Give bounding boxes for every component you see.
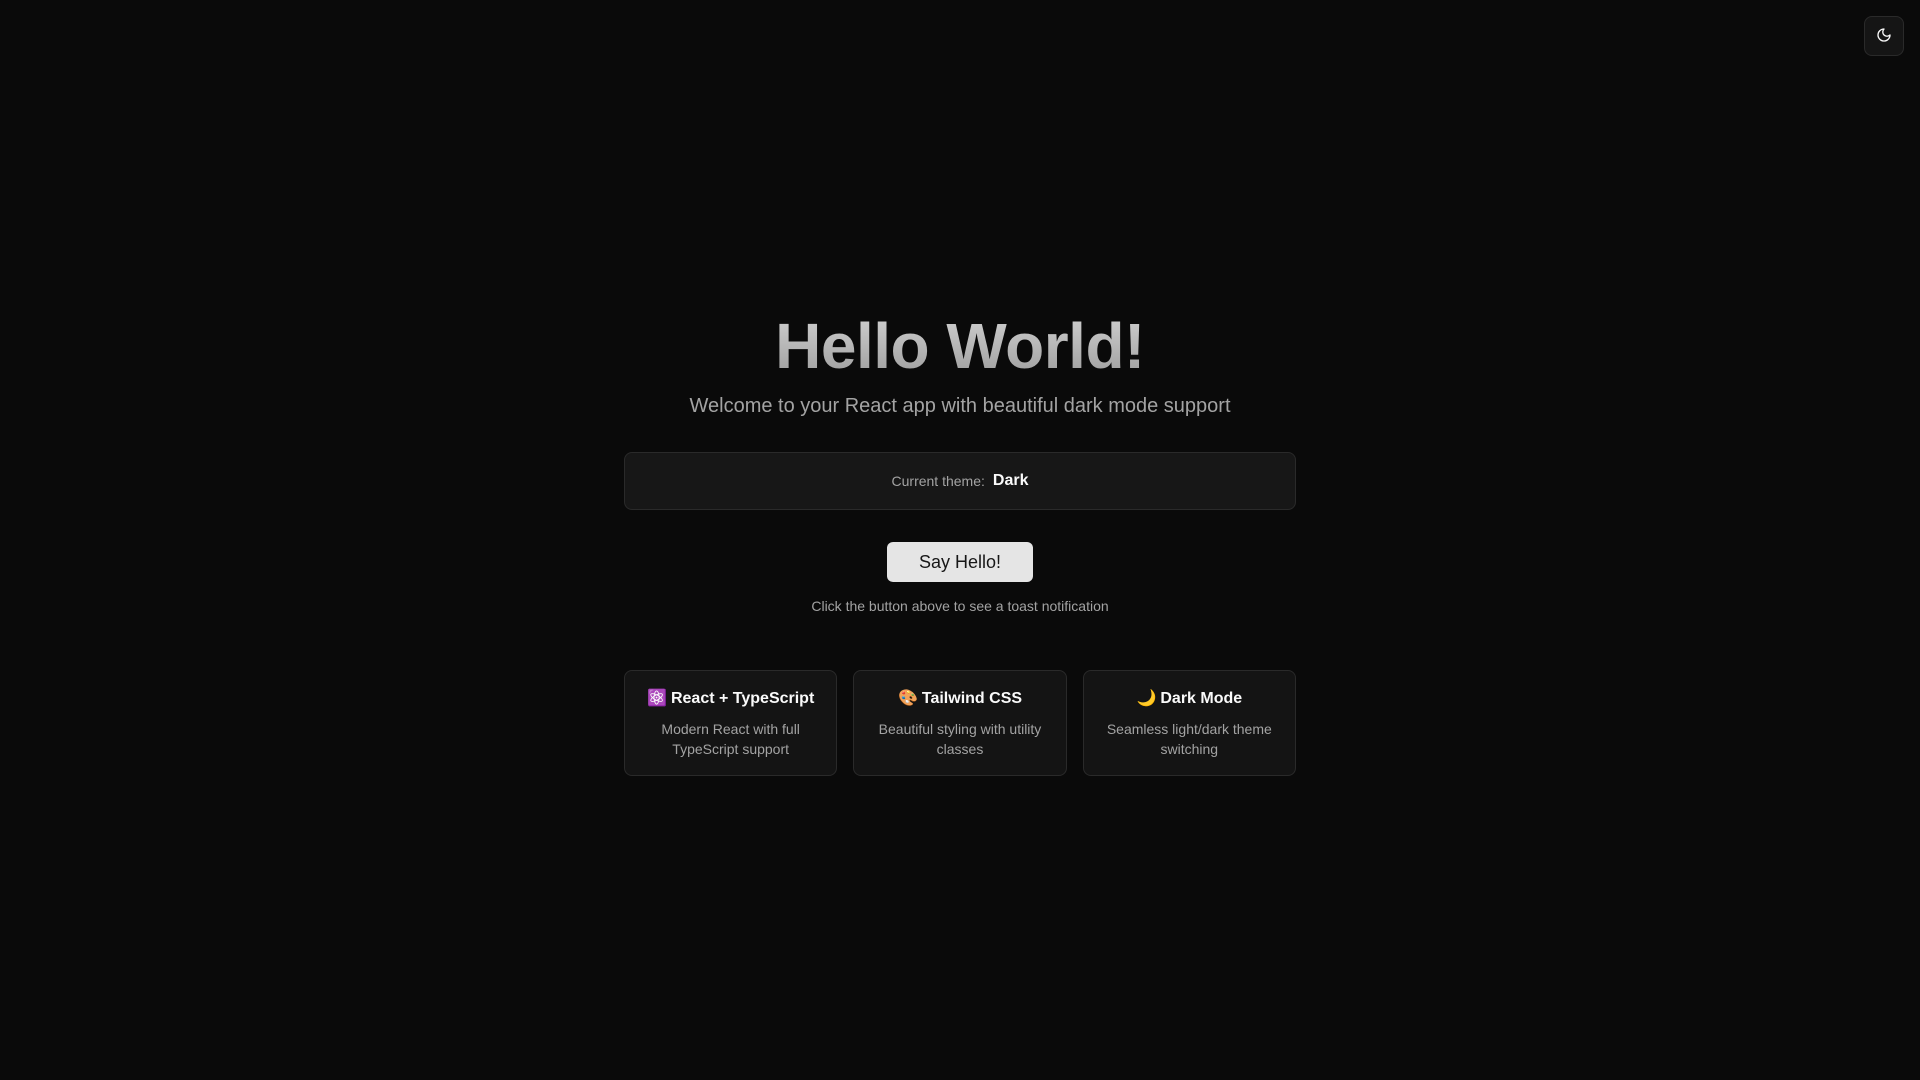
- current-theme-box: Current theme: Dark: [624, 452, 1296, 510]
- palette-icon: 🎨: [897, 690, 918, 707]
- feature-title-text: Dark Mode: [1160, 690, 1243, 707]
- feature-description: Beautiful styling with utility classes: [878, 721, 1042, 757]
- feature-card-dark-mode: 🌙 Dark Mode Seamless light/dark theme swi…: [1082, 670, 1296, 776]
- features-grid: ⚛️ React + TypeScript Modern React with f…: [624, 670, 1296, 776]
- page-subtitle: Welcome to your React app with beautiful…: [689, 395, 1231, 417]
- feature-card-react-typescript: ⚛️ React + TypeScript Modern React with f…: [624, 670, 838, 776]
- feature-title-text: Tailwind CSS: [921, 690, 1023, 707]
- atom-icon: ⚛️: [647, 690, 667, 707]
- feature-title: 🎨 Tailwind CSS: [870, 689, 1049, 709]
- feature-card-tailwind-css: 🎨 Tailwind CSS Beautiful styling with uti…: [853, 670, 1067, 776]
- toast-hint: Click the button above to see a toast no…: [811, 598, 1109, 614]
- say-hello-button[interactable]: Say Hello!: [886, 542, 1034, 582]
- feature-title: ⚛️ React + TypeScript: [641, 689, 820, 709]
- page-title: Hello World!: [775, 310, 1145, 382]
- feature-description: Seamless light/dark theme switching: [1106, 721, 1272, 757]
- crescent-moon-icon: 🌙: [1136, 690, 1157, 707]
- current-theme-label: Current theme:: [891, 473, 985, 489]
- current-theme-value: Dark: [992, 472, 1029, 489]
- feature-title-text: React + TypeScript: [670, 690, 815, 707]
- main-container: Hello World! Welcome to your React app w…: [0, 0, 1920, 1080]
- feature-title: 🌙 Dark Mode: [1100, 689, 1279, 709]
- feature-description: Modern React with full TypeScript suppor…: [661, 721, 800, 757]
